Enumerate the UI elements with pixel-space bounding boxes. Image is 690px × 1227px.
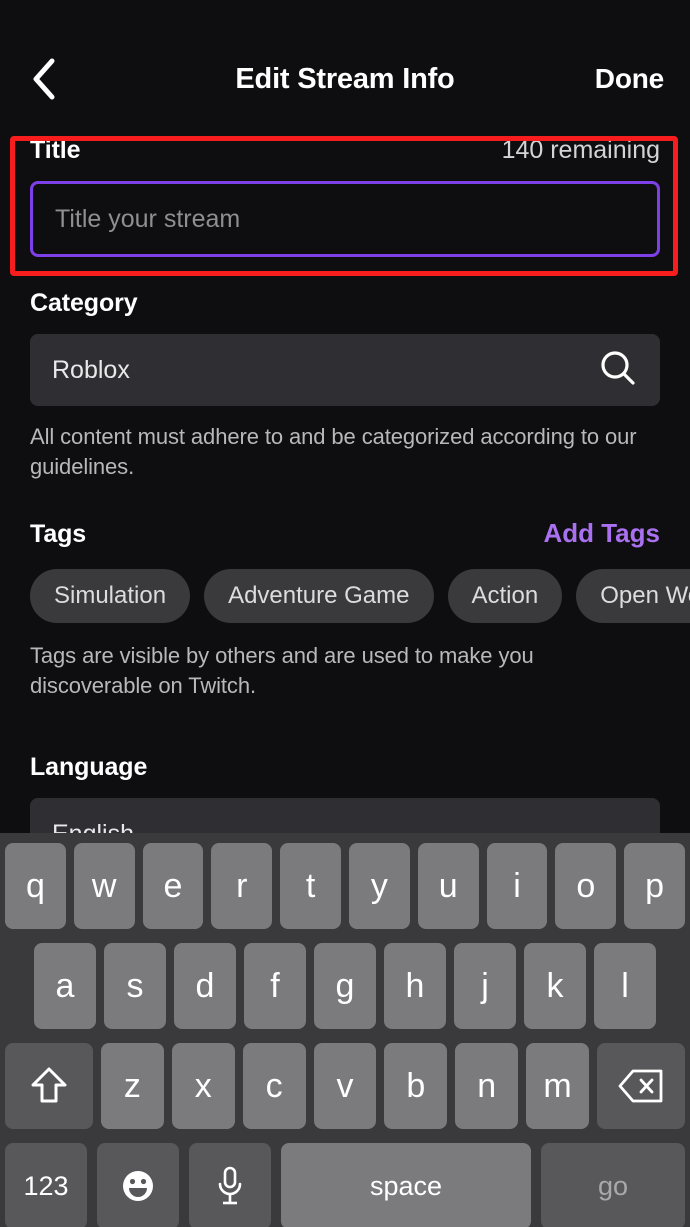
form-content: Title 140 remaining Title your stream Ca… [0, 110, 690, 870]
backspace-icon [617, 1067, 665, 1105]
key-u[interactable]: u [417, 843, 479, 929]
key-y[interactable]: y [349, 843, 410, 929]
category-label: Category [30, 289, 138, 317]
title-header-row: Title 140 remaining [30, 136, 660, 165]
category-section: Category Roblox All content must adhere … [0, 257, 690, 482]
key-l[interactable]: l [594, 943, 656, 1029]
tags-header-row: Tags Add Tags [30, 518, 660, 549]
shift-key[interactable] [5, 1043, 93, 1129]
done-button[interactable]: Done [595, 48, 664, 110]
key-m[interactable]: m [526, 1043, 590, 1129]
keyboard-row-4: 123 space go [0, 1143, 690, 1227]
key-h[interactable]: h [384, 943, 446, 1029]
key-v[interactable]: v [313, 1043, 377, 1129]
key-q[interactable]: q [5, 843, 66, 929]
page-title: Edit Stream Info [235, 62, 455, 95]
emoji-smiley-icon [119, 1167, 157, 1205]
tag-chip[interactable]: Open World [576, 569, 690, 623]
dictation-key[interactable] [189, 1143, 271, 1227]
title-input[interactable]: Title your stream [30, 181, 660, 257]
key-s[interactable]: s [104, 943, 166, 1029]
keyboard-row-3: z x c v b n m [0, 1043, 690, 1129]
phone-screen: Edit Stream Info Done Title 140 remainin… [0, 0, 690, 1227]
tag-chip[interactable]: Action [447, 569, 563, 623]
key-z[interactable]: z [101, 1043, 164, 1129]
key-g[interactable]: g [314, 943, 376, 1029]
title-label: Title [30, 136, 81, 164]
key-w[interactable]: w [73, 843, 135, 929]
keyboard-row-2: a s d f g h j k l [0, 943, 690, 1029]
tag-chip[interactable]: Adventure Game [204, 569, 434, 623]
chevron-left-icon [30, 57, 56, 101]
key-r[interactable]: r [211, 843, 273, 929]
go-key[interactable]: go [541, 1143, 685, 1227]
title-section: Title 140 remaining Title your stream [0, 110, 690, 257]
emoji-key[interactable] [97, 1143, 179, 1227]
category-helper-text: All content must adhere to and be catego… [30, 424, 637, 479]
microphone-icon [215, 1165, 245, 1207]
shift-arrow-icon [29, 1065, 69, 1107]
key-d[interactable]: d [174, 943, 236, 1029]
tags-helper-text: Tags are visible by others and are used … [30, 643, 534, 698]
category-value: Roblox [52, 355, 130, 384]
category-input[interactable]: Roblox [30, 334, 660, 406]
key-a[interactable]: a [34, 943, 96, 1029]
key-f[interactable]: f [244, 943, 306, 1029]
key-i[interactable]: i [486, 843, 548, 929]
title-input-placeholder: Title your stream [55, 204, 241, 233]
key-e[interactable]: e [142, 843, 204, 929]
add-tags-button[interactable]: Add Tags [543, 518, 660, 549]
title-character-counter: 140 remaining [501, 136, 660, 164]
key-t[interactable]: t [280, 843, 341, 929]
back-button[interactable] [14, 48, 72, 110]
tags-label: Tags [30, 520, 87, 548]
key-b[interactable]: b [384, 1043, 448, 1129]
language-label: Language [30, 753, 148, 781]
keyboard-row-1: q w e r t y u i o p [0, 843, 690, 929]
key-j[interactable]: j [454, 943, 516, 1029]
backspace-key[interactable] [597, 1043, 686, 1129]
key-p[interactable]: p [624, 843, 685, 929]
on-screen-keyboard: q w e r t y u i o p a s d f g h j k l z … [0, 833, 690, 1227]
key-x[interactable]: x [171, 1043, 235, 1129]
navigation-bar: Edit Stream Info Done [0, 48, 690, 110]
search-icon[interactable] [598, 348, 638, 393]
numbers-key[interactable]: 123 [5, 1143, 87, 1227]
tag-list: Simulation Adventure Game Action Open Wo… [30, 569, 690, 623]
tag-chip[interactable]: Simulation [30, 569, 191, 623]
key-k[interactable]: k [524, 943, 586, 1029]
key-c[interactable]: c [242, 1043, 306, 1129]
space-key[interactable]: space [281, 1143, 531, 1227]
key-n[interactable]: n [455, 1043, 519, 1129]
tags-section: Tags Add Tags Simulation Adventure Game … [0, 482, 690, 701]
key-o[interactable]: o [555, 843, 617, 929]
